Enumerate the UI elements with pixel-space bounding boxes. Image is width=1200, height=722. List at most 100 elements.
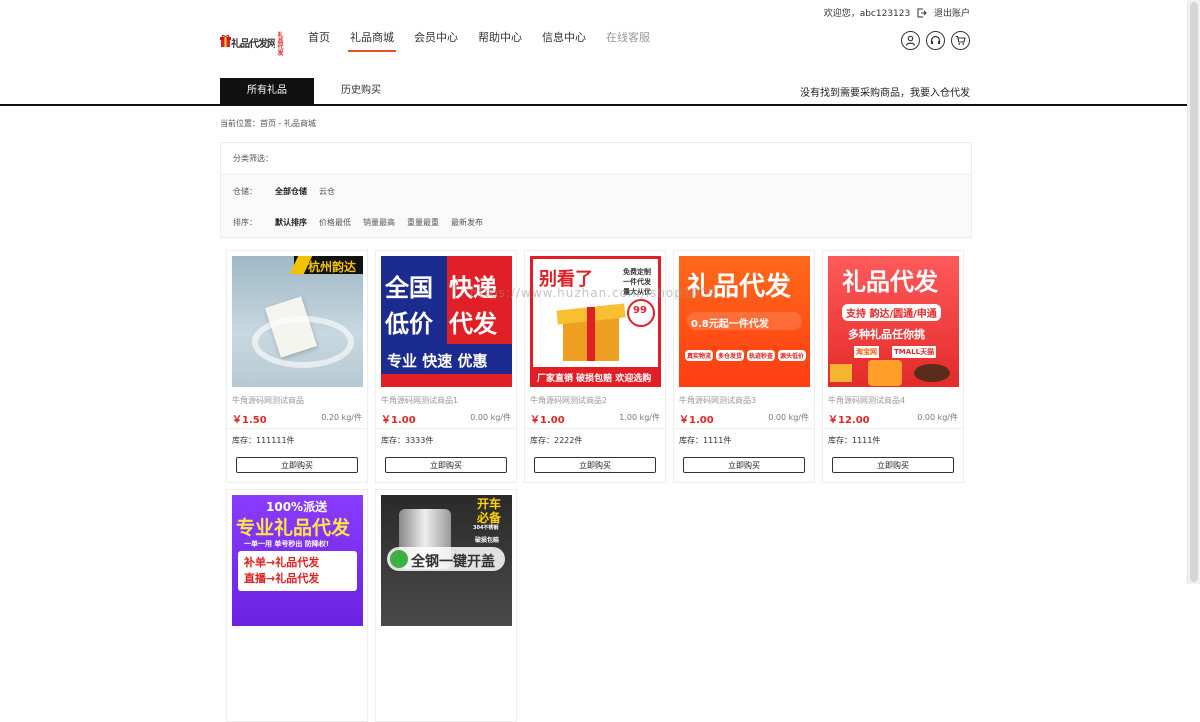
product-card[interactable]: 100%派送 专业礼品代发 一单一用 单号秒出 防降权! 补单→礼品代发 直播→… <box>226 489 368 722</box>
product-price: ￥1.00 <box>679 415 714 426</box>
image-text: 多仓发货 <box>716 350 745 361</box>
image-text: 一单一用 单号秒出 防降权! <box>244 540 330 548</box>
header: 礼品代发网 礼品代发 首页 礼品商城 会员中心 帮助中心 信息中心 在线客服 <box>220 26 970 62</box>
buy-now-button[interactable]: 立即购买 <box>385 457 507 473</box>
nav-gift-mall[interactable]: 礼品商城 <box>348 28 396 52</box>
user-button[interactable] <box>901 31 920 50</box>
cart-button[interactable] <box>951 31 970 50</box>
warehouse-label: 仓储： <box>233 187 257 196</box>
image-text: 轨迹秒查 <box>747 350 776 361</box>
image-text: 补单→礼品代发 <box>244 556 320 569</box>
tab-purchase-history[interactable]: 历史购买 <box>314 78 408 104</box>
product-weight: 0.00 kg/件 <box>768 413 809 422</box>
product-card[interactable]: 别看了 免费定制 一件代发 量大从优 99 厂家直销 破损包赔 欢迎选购 牛角源… <box>524 250 666 483</box>
image-text: 真实物流 <box>685 350 714 361</box>
top-bar: 欢迎您，abc123123 退出账户 <box>220 6 970 20</box>
product-name[interactable]: 牛角源码网测试商品2 <box>530 395 607 406</box>
product-card[interactable]: 礼品代发 0.8元起一件代发 真实物流 多仓发货 轨迹秒查 源头低价 牛角源码网… <box>673 250 815 483</box>
warehouse-request-link[interactable]: 没有找到需要采购商品，我要入仓代发 <box>800 84 970 99</box>
filter-title: 分类筛选： <box>233 154 273 163</box>
product-image[interactable]: 开车 必备 304不锈钢 破损包赔 全钢一键开盖 <box>381 495 512 626</box>
sort-default[interactable]: 默认排序 <box>275 217 307 228</box>
welcome-text: 欢迎您，abc123123 <box>823 9 911 19</box>
image-text: 99 <box>633 305 647 316</box>
product-weight: 1.00 kg/件 <box>619 413 660 422</box>
product-name[interactable]: 牛角源码网测试商品4 <box>828 395 905 406</box>
main-nav: 首页 礼品商城 会员中心 帮助中心 信息中心 在线客服 <box>308 28 670 52</box>
image-text: 礼品代发 <box>687 272 792 302</box>
image-text: 0.8元起一件代发 <box>691 319 769 330</box>
nav-info-center[interactable]: 信息中心 <box>542 28 586 52</box>
user-icon <box>905 35 916 46</box>
tab-all-gifts[interactable]: 所有礼品 <box>220 78 314 104</box>
product-image[interactable]: 杭州韵达 <box>232 256 363 387</box>
cart-icon <box>955 35 966 45</box>
nav-member-center[interactable]: 会员中心 <box>414 28 458 52</box>
product-card[interactable]: 开车 必备 304不锈钢 破损包赔 全钢一键开盖 <box>375 489 517 722</box>
image-text: 支持 韵达/圆通/申通 <box>842 304 941 321</box>
product-name[interactable]: 牛角源码网测试商品 <box>232 395 304 406</box>
product-image[interactable]: 别看了 免费定制 一件代发 量大从优 99 厂家直销 破损包赔 欢迎选购 <box>530 256 661 387</box>
logout-icon <box>917 8 927 18</box>
buy-now-button[interactable]: 立即购买 <box>236 457 358 473</box>
product-card[interactable]: 礼品代发 支持 韵达/圆通/申通 多种礼品任你挑 淘宝网 TMALL天猫 牛角源… <box>822 250 964 483</box>
product-name[interactable]: 牛角源码网测试商品1 <box>381 395 458 406</box>
logo-text: 礼品代发网 <box>231 39 277 50</box>
tab-bar: 所有礼品 历史购买 没有找到需要采购商品，我要入仓代发 <box>0 78 1188 106</box>
product-card[interactable]: 杭州韵达 牛角源码网测试商品 ￥1.50 0.20 kg/件 库存：111111… <box>226 250 368 483</box>
product-image[interactable]: 100%派送 专业礼品代发 一单一用 单号秒出 防降权! 补单→礼品代发 直播→… <box>232 495 363 626</box>
site-logo[interactable]: 礼品代发网 礼品代发 <box>220 32 288 57</box>
product-price: ￥1.50 <box>232 415 267 426</box>
image-text: 304不锈钢 <box>473 525 499 531</box>
nav-home[interactable]: 首页 <box>308 28 330 52</box>
sort-weight-heavy[interactable]: 重量最重 <box>407 217 439 228</box>
sort-price-low[interactable]: 价格最低 <box>319 217 351 228</box>
gift-icon <box>220 34 231 47</box>
warehouse-filter: 仓储： 全部仓储 云仓 <box>233 186 347 197</box>
buy-now-button[interactable]: 立即购买 <box>683 457 805 473</box>
image-text: 专业礼品代发 <box>236 517 351 539</box>
logout-link[interactable]: 退出账户 <box>917 8 970 19</box>
product-price: ￥1.00 <box>530 415 565 426</box>
sort-label: 排序： <box>233 218 257 227</box>
filter-panel: 分类筛选： 仓储： 全部仓储 云仓 排序： 默认排序 价格最低 销量最高 重量最… <box>220 142 972 238</box>
customer-service-button[interactable] <box>926 31 945 50</box>
image-text: 杭州韵达 <box>308 260 357 274</box>
image-text: 免费定制 <box>623 268 651 276</box>
warehouse-option-all[interactable]: 全部仓储 <box>275 186 307 197</box>
image-text: 源头低价 <box>778 350 807 361</box>
product-weight: 0.00 kg/件 <box>917 413 958 422</box>
sort-sales-high[interactable]: 销量最高 <box>363 217 395 228</box>
product-weight: 0.20 kg/件 <box>321 413 362 422</box>
product-stock: 库存：111111件 <box>232 436 295 445</box>
logo-stamp: 礼品代发 <box>275 33 286 57</box>
image-text: 礼品代发 <box>842 268 938 296</box>
product-image[interactable]: 礼品代发 0.8元起一件代发 真实物流 多仓发货 轨迹秒查 源头低价 <box>679 256 810 387</box>
image-text: TMALL天猫 <box>892 346 937 358</box>
image-text: 别看了 <box>539 269 593 290</box>
product-price: ￥1.00 <box>381 415 416 426</box>
image-text: 全国 <box>385 274 433 302</box>
product-image[interactable]: 全国 快递 低价 代发 专业 快速 优惠 <box>381 256 512 387</box>
sort-newest[interactable]: 最新发布 <box>451 217 483 228</box>
headset-icon <box>930 35 941 44</box>
scrollbar-thumb[interactable] <box>1190 2 1198 582</box>
nav-online-service[interactable]: 在线客服 <box>606 28 650 52</box>
product-stock: 库存：2222件 <box>530 436 583 445</box>
product-name[interactable]: 牛角源码网测试商品3 <box>679 395 756 406</box>
nav-help-center[interactable]: 帮助中心 <box>478 28 522 52</box>
product-stock: 库存：3333件 <box>381 436 434 445</box>
warehouse-option-cloud[interactable]: 云仓 <box>319 186 335 197</box>
product-stock: 库存：1111件 <box>679 436 732 445</box>
image-text: 厂家直销 破损包赔 欢迎选购 <box>537 374 652 384</box>
buy-now-button[interactable]: 立即购买 <box>534 457 656 473</box>
buy-now-button[interactable]: 立即购买 <box>832 457 954 473</box>
image-text: 全钢一键开盖 <box>411 554 495 570</box>
product-card[interactable]: 全国 快递 低价 代发 专业 快速 优惠 牛角源码网测试商品1 ￥1.00 0.… <box>375 250 517 483</box>
scrollbar[interactable] <box>1187 0 1200 584</box>
header-icons <box>901 31 970 50</box>
product-image[interactable]: 礼品代发 支持 韵达/圆通/申通 多种礼品任你挑 淘宝网 TMALL天猫 <box>828 256 959 387</box>
product-price: ￥12.00 <box>828 415 870 426</box>
image-text: 低价 <box>385 310 433 338</box>
sort-filter: 排序： 默认排序 价格最低 销量最高 重量最重 最新发布 <box>233 217 495 228</box>
